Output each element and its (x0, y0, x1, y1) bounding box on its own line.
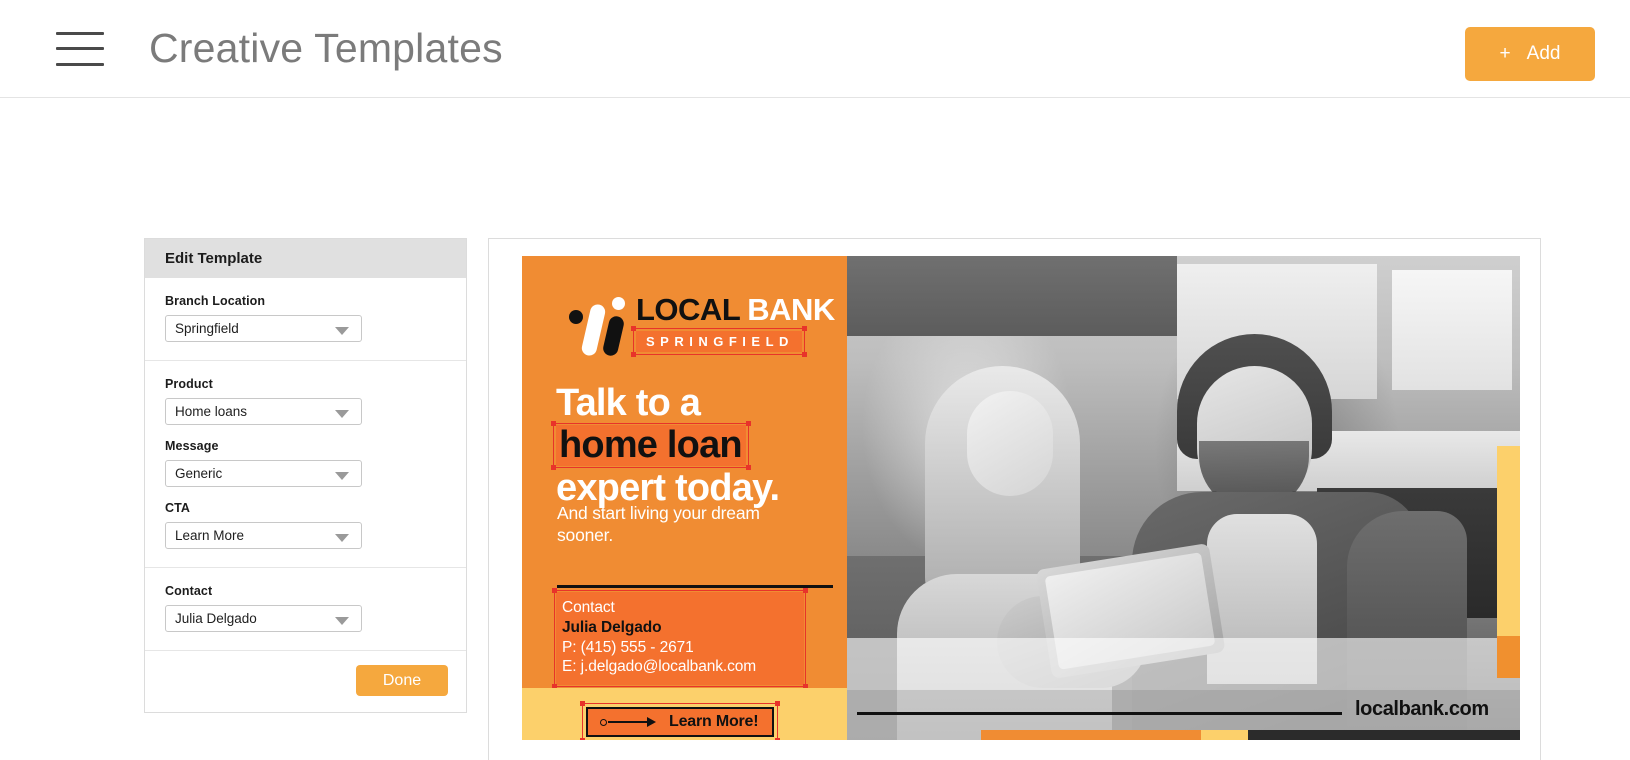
field-label: Message (165, 439, 219, 453)
contact-label: Contact (562, 599, 615, 616)
creative-subheadline: And start living your dream sooner. (557, 503, 760, 545)
photo-shape (847, 256, 1177, 336)
select-value: Springfield (175, 321, 239, 336)
contact-phone: P: (415) 555 - 2671 (562, 638, 694, 656)
field-label: Contact (165, 584, 213, 598)
learn-more-label: Learn More! (669, 713, 759, 730)
creative-banner[interactable]: localbank.com LOCAL BANK SPRINGFIELD Tal… (522, 256, 1520, 740)
contact-name: Julia Delgado (562, 618, 662, 636)
creative-orange-panel: LOCAL BANK SPRINGFIELD Talk to a home lo… (522, 256, 847, 690)
panel-footer: Done (145, 651, 466, 712)
field-message: Message Generic (165, 439, 466, 487)
field-branch-location: Branch Location Springfield (165, 294, 466, 342)
side-bar-yellow (1497, 446, 1520, 636)
creative-divider (557, 585, 833, 588)
hamburger-bar (56, 47, 104, 50)
app-header: Creative Templates + Add (0, 0, 1630, 98)
headline-line-3: expert today. (556, 467, 780, 509)
plus-icon: + (1499, 43, 1511, 64)
photo-veil (847, 638, 1520, 690)
field-label: Product (165, 377, 213, 391)
creative-headline: Talk to a home loan expert today. (551, 382, 836, 509)
chevron-down-icon (335, 617, 349, 625)
chevron-down-icon (335, 534, 349, 542)
page-title: Creative Templates (149, 25, 503, 71)
select-value: Home loans (175, 404, 248, 419)
cta-select[interactable]: Learn More (165, 522, 362, 549)
product-select[interactable]: Home loans (165, 398, 362, 425)
footer-bar-dark (1248, 730, 1520, 740)
field-product: Product Home loans (165, 377, 466, 425)
select-value: Julia Delgado (175, 611, 257, 626)
headline-line-1: Talk to a (556, 382, 701, 424)
field-group-contact: Contact Julia Delgado (145, 568, 466, 651)
headline-line-2: home loan (556, 425, 746, 466)
select-value: Learn More (175, 528, 245, 543)
contact-email: E: j.delgado@localbank.com (562, 658, 757, 676)
field-group-branch: Branch Location Springfield (145, 278, 466, 361)
chevron-down-icon (335, 472, 349, 480)
creative-preview-card: localbank.com LOCAL BANK SPRINGFIELD Tal… (488, 238, 1541, 760)
chevron-down-icon (335, 410, 349, 418)
hamburger-bar (56, 62, 104, 66)
field-cta: CTA Learn More (165, 501, 466, 549)
website-url: localbank.com (1355, 698, 1489, 720)
creative-cta-wrap[interactable]: Learn More! (580, 701, 780, 740)
edit-template-heading: Edit Template (145, 239, 466, 278)
learn-more-button[interactable]: Learn More! (586, 707, 774, 737)
branch-location-select[interactable]: Springfield (165, 315, 362, 342)
field-label: CTA (165, 501, 191, 515)
photo-shape (1392, 270, 1512, 390)
chevron-down-icon (335, 327, 349, 335)
field-label: Branch Location (165, 294, 266, 308)
headline-line-2-wrap[interactable]: home loan (551, 421, 751, 470)
logo-word-local: LOCAL (636, 292, 741, 327)
add-button-label: Add (1526, 43, 1561, 64)
message-select[interactable]: Generic (165, 460, 362, 487)
logo-branch-wrap[interactable]: SPRINGFIELD (631, 326, 807, 357)
photo-shape (967, 391, 1053, 496)
hamburger-bar (56, 31, 104, 35)
side-bar-orange (1497, 636, 1520, 678)
field-group-creative: Product Home loans Message Generic CTA L… (145, 361, 466, 568)
url-rule (857, 712, 1342, 715)
edit-template-panel: Edit Template Branch Location Springfiel… (144, 238, 467, 713)
field-contact: Contact Julia Delgado (165, 584, 466, 632)
footer-bar-yellow (1201, 730, 1248, 740)
contact-select[interactable]: Julia Delgado (165, 605, 362, 632)
logo-branch-name: SPRINGFIELD (636, 331, 802, 352)
logo-word-bank: BANK (747, 292, 835, 327)
done-button[interactable]: Done (356, 665, 448, 696)
footer-bar-orange (981, 730, 1201, 740)
creative-contact-block[interactable]: Contact Julia Delgado P: (415) 555 - 267… (552, 588, 808, 690)
bank-logo: LOCAL BANK SPRINGFIELD (569, 288, 835, 358)
bank-logo-name: LOCAL BANK (636, 294, 835, 325)
workspace: Edit Template Branch Location Springfiel… (0, 98, 1630, 760)
add-button[interactable]: + Add (1465, 27, 1595, 81)
bank-logo-mark-icon (569, 288, 627, 358)
hamburger-icon[interactable] (56, 31, 104, 66)
arrow-right-icon (600, 716, 656, 728)
bank-logo-text: LOCAL BANK SPRINGFIELD (631, 288, 835, 357)
select-value: Generic (175, 466, 223, 481)
